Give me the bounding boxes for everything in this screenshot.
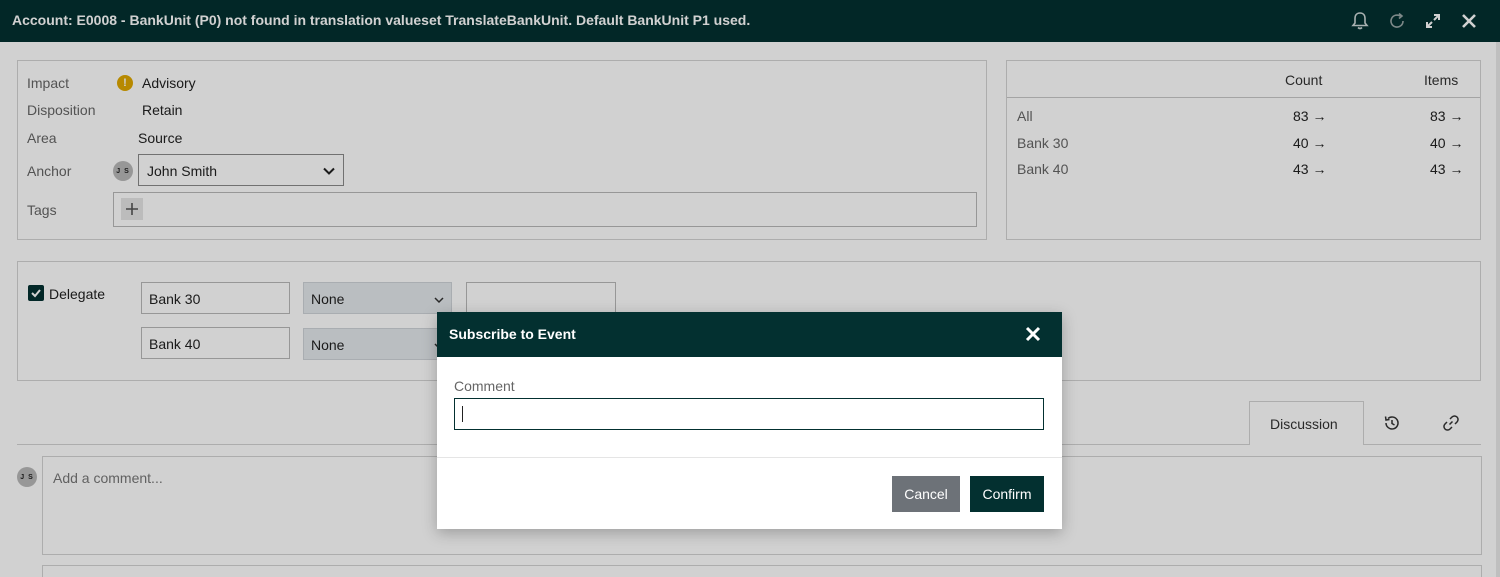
subscribe-dialog: Subscribe to Event Comment Cancel Confir… [437,312,1062,529]
confirm-button[interactable]: Confirm [970,476,1044,512]
cancel-button[interactable]: Cancel [892,476,960,512]
comment-field[interactable] [454,398,1044,430]
dialog-header: Subscribe to Event [437,312,1062,357]
comment-field-label: Comment [454,378,515,394]
dialog-title: Subscribe to Event [449,326,576,342]
dialog-close-icon[interactable] [1024,325,1042,343]
dialog-divider [437,457,1062,458]
text-caret [462,406,463,422]
